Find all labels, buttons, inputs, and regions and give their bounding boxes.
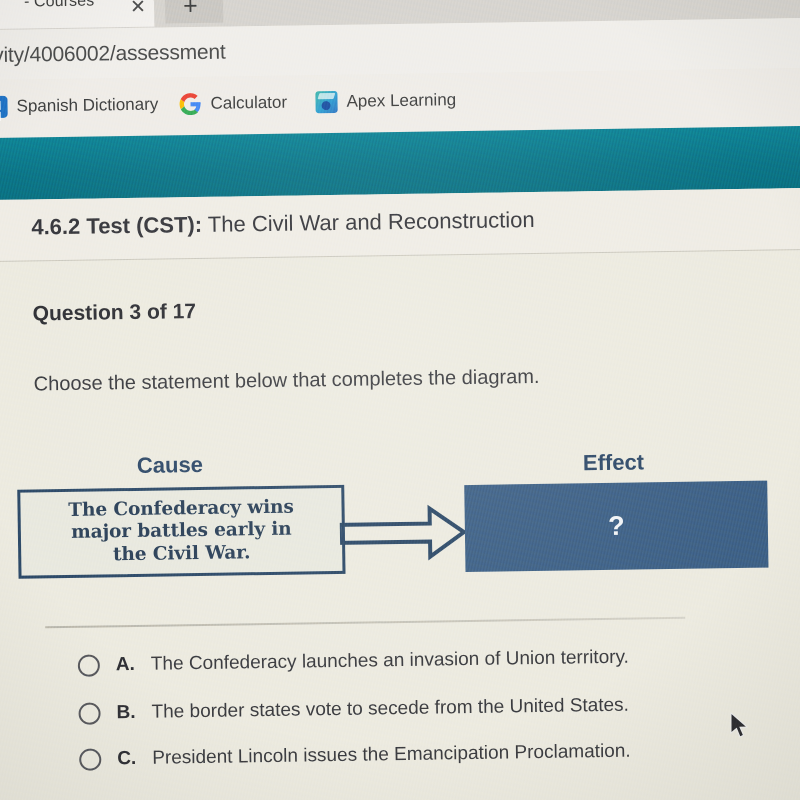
radio-button[interactable] xyxy=(78,702,101,725)
radio-button[interactable] xyxy=(79,748,102,771)
browser-window: - Courses ✕ + ctivity/4006002/assessment… xyxy=(0,0,800,800)
mouse-cursor xyxy=(730,711,750,745)
cause-text: The Confederacy wins major battles early… xyxy=(68,496,294,566)
effect-label: Effect xyxy=(582,449,645,476)
effect-box: ? xyxy=(464,480,769,573)
option-letter: A. xyxy=(115,653,136,676)
cause-box: The Confederacy wins major battles early… xyxy=(17,484,346,579)
radio-button[interactable] xyxy=(77,654,101,677)
right-arrow-icon xyxy=(337,503,469,568)
option-letter: B. xyxy=(116,701,136,724)
cause-effect-diagram: Cause Effect The Confederacy wins major … xyxy=(0,0,800,800)
effect-placeholder-text: ? xyxy=(607,510,625,541)
screen-photo: - Courses ✕ + ctivity/4006002/assessment… xyxy=(0,0,800,800)
option-letter: C. xyxy=(117,747,137,770)
cause-label: Cause xyxy=(136,451,204,478)
